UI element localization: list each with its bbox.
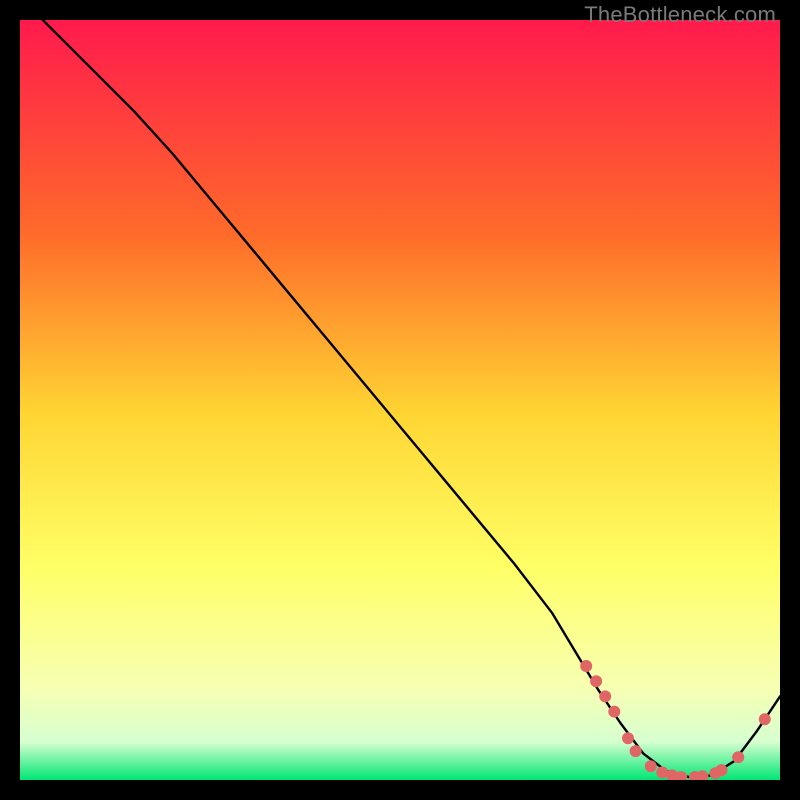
marker-dot xyxy=(599,690,611,702)
watermark-text: TheBottleneck.com xyxy=(584,2,776,28)
marker-dot xyxy=(645,760,657,772)
marker-dot xyxy=(580,660,592,672)
marker-dot xyxy=(732,751,744,763)
marker-dot xyxy=(608,706,620,718)
bottleneck-chart xyxy=(20,20,780,780)
marker-dot xyxy=(590,675,602,687)
chart-frame xyxy=(20,20,780,780)
marker-dot xyxy=(759,713,771,725)
gradient-background xyxy=(20,20,780,780)
marker-dot xyxy=(622,732,634,744)
marker-dot xyxy=(716,764,728,776)
marker-dot xyxy=(630,745,642,757)
